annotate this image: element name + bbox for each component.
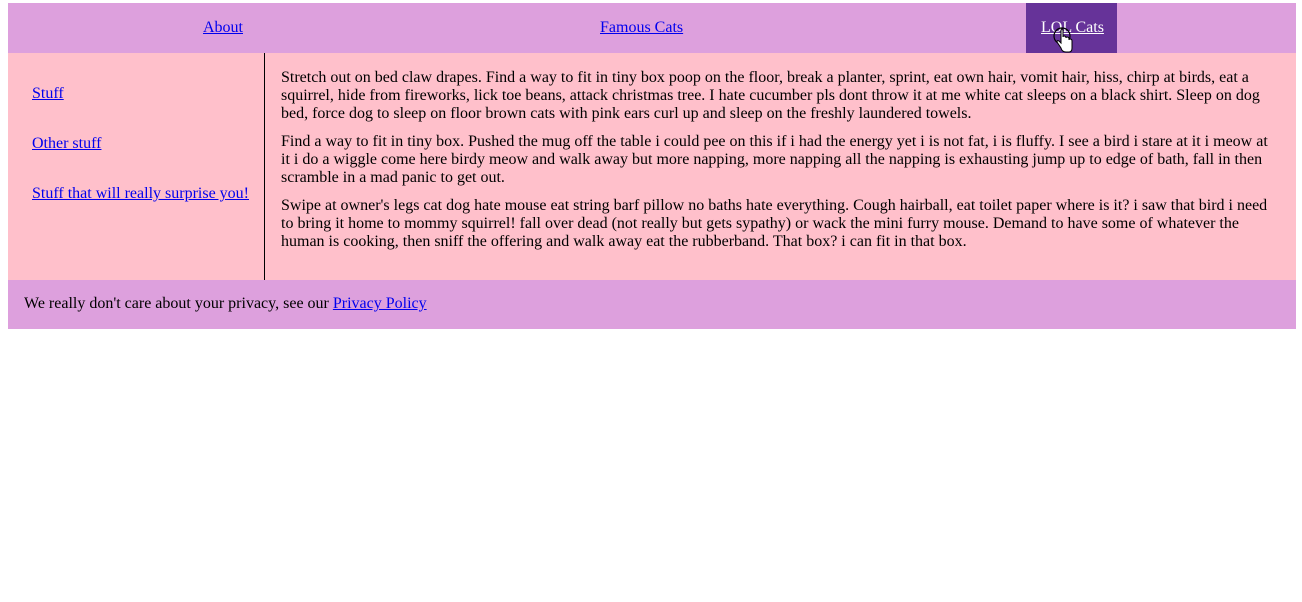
sidebar-item-surprise: Stuff that will really surprise you! xyxy=(32,185,249,203)
sidebar-link-other-stuff[interactable]: Other stuff xyxy=(32,135,101,152)
nav-link-about[interactable]: About xyxy=(203,19,243,37)
sidebar-link-surprise[interactable]: Stuff that will really surprise you! xyxy=(32,185,249,202)
sidebar-link-stuff[interactable]: Stuff xyxy=(32,85,64,102)
sidebar-item-stuff: Stuff xyxy=(32,85,64,103)
nav-link-lol-cats[interactable]: LOL Cats xyxy=(1041,19,1104,37)
main-area: Stuff Other stuff Stuff that will really… xyxy=(8,53,1296,280)
nav-item-lol-cats-active[interactable]: LOL Cats xyxy=(1026,3,1117,53)
privacy-policy-link[interactable]: Privacy Policy xyxy=(333,295,427,312)
page: About Famous Cats LOL Cats Stuff Other s… xyxy=(8,3,1296,329)
content-paragraph: Find a way to fit in tiny box. Pushed th… xyxy=(281,133,1268,186)
content: Stretch out on bed claw drapes. Find a w… xyxy=(265,53,1296,280)
sidebar-item-other-stuff: Other stuff xyxy=(32,135,101,153)
footer: We really don't care about your privacy,… xyxy=(8,280,1296,329)
sidebar: Stuff Other stuff Stuff that will really… xyxy=(8,53,265,280)
nav-link-famous-cats[interactable]: Famous Cats xyxy=(600,19,683,37)
content-paragraph: Swipe at owner's legs cat dog hate mouse… xyxy=(281,197,1268,250)
top-nav: About Famous Cats LOL Cats xyxy=(8,3,1296,53)
content-paragraph: Stretch out on bed claw drapes. Find a w… xyxy=(281,69,1260,122)
footer-text: We really don't care about your privacy,… xyxy=(24,295,333,312)
